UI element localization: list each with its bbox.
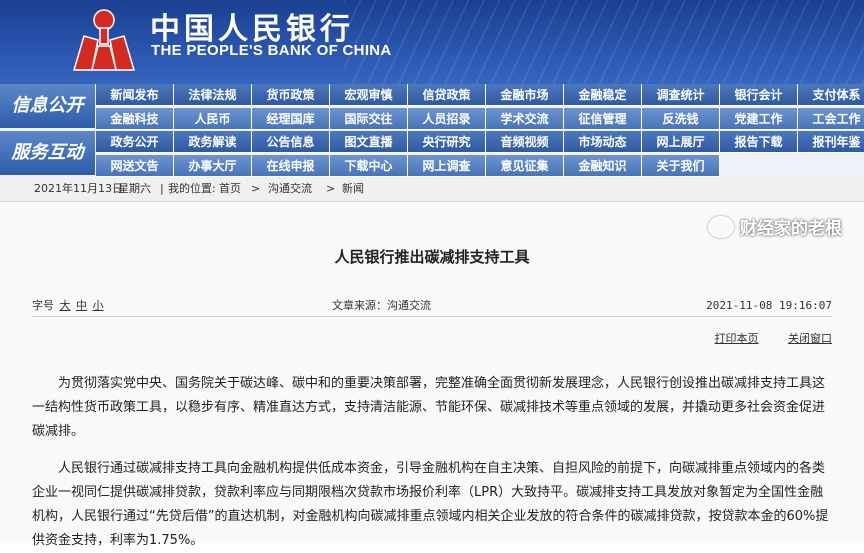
watermark-text: 财经家的老根 bbox=[740, 219, 842, 239]
nav-link[interactable]: 国际交往 bbox=[330, 108, 408, 130]
article-datetime: 2021-11-08 19:16:07 bbox=[706, 299, 832, 312]
nav-row-3: 政务公开 政务解读 公告信息 图文直播 央行研究 音频视频 市场动态 网上展厅 … bbox=[96, 131, 864, 153]
current-weekday: 星期六 bbox=[118, 182, 151, 195]
font-size-large[interactable]: 大 bbox=[60, 299, 71, 312]
main-navigation: 信息公开 服务互动 新闻发布 法律法规 货币政策 宏观审慎 信贷政策 金融市场 … bbox=[0, 84, 864, 177]
article-source: 文章来源：沟通交流 bbox=[332, 299, 431, 312]
nav-link[interactable]: 公告信息 bbox=[252, 131, 330, 153]
article-panel: 人民银行推出碳减排支持工具 字号 大 中 小 文章来源：沟通交流 2021-11… bbox=[0, 202, 864, 548]
nav-link[interactable]: 关于我们 bbox=[642, 155, 720, 177]
watermark: 财经家的老根 bbox=[708, 214, 842, 239]
nav-row-4: 网送文告 办事大厅 在线申报 下载中心 网上调查 意见征集 金融知识 关于我们 bbox=[96, 155, 720, 177]
breadcrumb-link-home[interactable]: 首页 bbox=[219, 177, 241, 201]
nav-link[interactable]: 网上展厅 bbox=[642, 131, 720, 153]
current-date: 2021年11月13日 bbox=[34, 182, 123, 195]
nav-link[interactable]: 宏观审慎 bbox=[330, 84, 408, 106]
nav-link[interactable]: 调查统计 bbox=[642, 84, 720, 106]
nav-link[interactable]: 新闻发布 bbox=[96, 84, 174, 106]
breadcrumb-arrow: > bbox=[326, 182, 336, 195]
nav-link[interactable]: 银行会计 bbox=[720, 84, 798, 106]
nav-link[interactable]: 图文直播 bbox=[330, 131, 408, 153]
nav-link[interactable]: 政务公开 bbox=[96, 131, 174, 153]
nav-link[interactable]: 音频视频 bbox=[486, 131, 564, 153]
nav-link[interactable]: 央行研究 bbox=[408, 131, 486, 153]
wechat-icon bbox=[708, 215, 734, 238]
nav-link[interactable]: 报告下载 bbox=[720, 131, 798, 153]
nav-row-2: 金融科技 人民币 经理国库 国际交往 人员招录 学术交流 征信管理 反洗钱 党建… bbox=[96, 108, 864, 130]
nav-link[interactable]: 市场动态 bbox=[564, 131, 642, 153]
breadcrumb-current-news: 新闻 bbox=[342, 182, 364, 195]
header-decoration bbox=[344, 0, 864, 84]
nav-link[interactable]: 工会工作 bbox=[798, 108, 864, 130]
nav-link[interactable]: 党建工作 bbox=[720, 108, 798, 130]
close-window-link[interactable]: 关闭窗口 bbox=[788, 332, 832, 345]
article-meta: 字号 大 中 小 文章来源：沟通交流 2021-11-08 19:16:07 bbox=[32, 296, 832, 317]
nav-link[interactable]: 征信管理 bbox=[564, 108, 642, 130]
breadcrumb-arrow: > bbox=[251, 182, 261, 195]
breadcrumb-link-communication[interactable]: 沟通交流 bbox=[268, 177, 312, 201]
article-tools: 打印本页 关闭窗口 bbox=[689, 330, 833, 346]
breadcrumb-separator: | bbox=[160, 182, 164, 195]
info-disclosure-label: 信息公开 bbox=[0, 84, 95, 128]
pboc-emblem-icon[interactable] bbox=[70, 6, 138, 72]
location-prefix: 我的位置: bbox=[168, 182, 216, 195]
nav-link[interactable]: 金融稳定 bbox=[564, 84, 642, 106]
nav-link[interactable]: 经理国库 bbox=[252, 108, 330, 130]
font-size-small[interactable]: 小 bbox=[93, 299, 104, 312]
nav-row-1: 新闻发布 法律法规 货币政策 宏观审慎 信贷政策 金融市场 金融稳定 调查统计 … bbox=[96, 84, 864, 106]
nav-link[interactable]: 政务解读 bbox=[174, 131, 252, 153]
font-size-label: 字号 bbox=[32, 299, 54, 312]
site-title-en[interactable]: THE PEOPLE'S BANK OF CHINA bbox=[151, 42, 392, 59]
nav-link[interactable]: 金融市场 bbox=[486, 84, 564, 106]
nav-link[interactable]: 报刊年鉴 bbox=[798, 131, 864, 153]
nav-link[interactable]: 学术交流 bbox=[486, 108, 564, 130]
article-paragraph: 人民银行通过碳减排支持工具向金融机构提供低成本资金，引导金融机构在自主决策、自担… bbox=[32, 461, 829, 548]
nav-link[interactable]: 法律法规 bbox=[174, 84, 252, 106]
nav-link[interactable]: 支付体系 bbox=[798, 84, 864, 106]
nav-link[interactable]: 货币政策 bbox=[252, 84, 330, 106]
nav-link[interactable]: 人民币 bbox=[174, 108, 252, 130]
nav-link[interactable]: 反洗钱 bbox=[642, 108, 720, 130]
nav-link[interactable]: 人员招录 bbox=[408, 108, 486, 130]
service-interaction-label: 服务互动 bbox=[0, 131, 95, 175]
article-paragraph: 为贯彻落实党中央、国务院关于碳达峰、碳中和的重要决策部署，完整准确全面贯彻新发展… bbox=[32, 376, 826, 439]
article-title: 人民银行推出碳减排支持工具 bbox=[334, 248, 530, 266]
nav-link[interactable]: 金融知识 bbox=[564, 155, 642, 177]
nav-link[interactable]: 意见征集 bbox=[486, 155, 564, 177]
nav-link[interactable]: 在线申报 bbox=[252, 155, 330, 177]
nav-link[interactable]: 网送文告 bbox=[96, 155, 174, 177]
nav-link[interactable]: 下载中心 bbox=[330, 155, 408, 177]
site-header: 中国人民银行 THE PEOPLE'S BANK OF CHINA bbox=[0, 0, 864, 84]
nav-link[interactable]: 网上调查 bbox=[408, 155, 486, 177]
font-size-medium[interactable]: 中 bbox=[76, 299, 87, 312]
print-page-link[interactable]: 打印本页 bbox=[715, 332, 759, 345]
font-size-control: 字号 大 中 小 bbox=[32, 299, 104, 312]
nav-link[interactable]: 办事大厅 bbox=[174, 155, 252, 177]
breadcrumb: 2021年11月13日 星期六 | 我的位置: 首页 > 沟通交流 > 新闻 bbox=[0, 177, 864, 202]
nav-link[interactable]: 信贷政策 bbox=[408, 84, 486, 106]
nav-link[interactable]: 金融科技 bbox=[96, 108, 174, 130]
